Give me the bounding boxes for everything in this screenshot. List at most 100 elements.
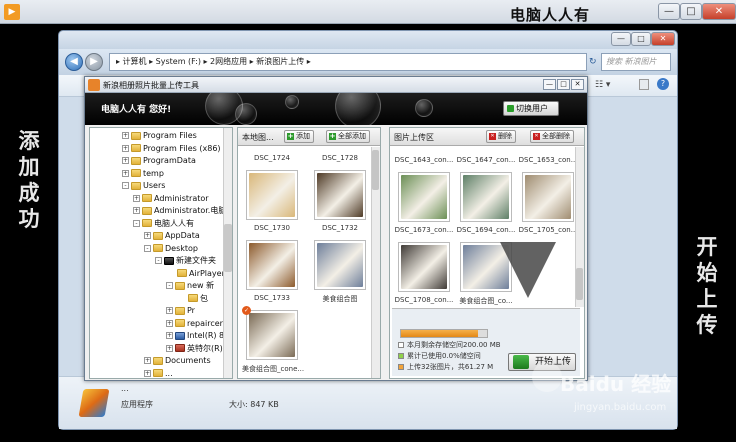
view-options-icon[interactable]: ☷ ▾ (595, 80, 610, 90)
delete-all-button[interactable]: 全部删除 (530, 130, 574, 143)
minimize-button[interactable]: — (658, 3, 680, 20)
tree-node[interactable]: + Administrator.电脑 (133, 205, 226, 217)
expand-icon[interactable]: + (133, 207, 140, 214)
tree-node[interactable]: - Users (122, 180, 165, 192)
expand-icon[interactable]: + (166, 344, 173, 352)
photo-image (317, 173, 363, 217)
expand-icon[interactable]: + (144, 232, 151, 239)
refresh-icon[interactable]: ↻ (589, 57, 597, 67)
tree-node[interactable]: + Intel(R) 8 (166, 330, 224, 342)
switch-user-button[interactable]: 切换用户 (503, 101, 559, 116)
expand-icon[interactable]: + (144, 369, 151, 377)
tree-node-label: Intel(R) 8 (187, 331, 225, 340)
welcome-text: 电脑人人有 您好! (101, 105, 172, 115)
tree-node[interactable]: + temp (122, 168, 164, 180)
maximize-button[interactable]: □ (680, 3, 702, 20)
explorer-minimize-button[interactable]: — (611, 32, 631, 46)
explorer-maximize-button[interactable]: □ (631, 32, 651, 46)
delete-button[interactable]: 删除 (486, 130, 516, 143)
tree-node[interactable]: AirPlayer (166, 268, 225, 280)
tree-node[interactable]: +... (144, 368, 173, 379)
tree-node-label: AppData (165, 231, 200, 240)
local-panel-header: 本地图... 添加 全部添加 (238, 128, 380, 146)
photo-image (249, 243, 295, 287)
expand-icon[interactable]: + (166, 332, 173, 339)
uploader-dialog: 新浪相册照片批量上传工具 — □ ✕ 电脑人人有 您好! 切换用户 + Progr… (84, 76, 588, 381)
tree-node[interactable]: + Pr (166, 305, 195, 317)
tree-node[interactable]: - 电脑人人有 (133, 218, 194, 230)
storage-stat: 累计已使用0.0%储空间 (398, 352, 481, 361)
photo-image (525, 175, 571, 219)
tree-node[interactable]: + AppData (144, 230, 200, 242)
left-caption-panel: 添加成功 (0, 24, 58, 442)
expand-icon[interactable]: + (166, 319, 173, 327)
preview-pane-icon[interactable] (639, 79, 649, 90)
add-button[interactable]: 添加 (284, 130, 314, 143)
pointer-arrow-icon (500, 242, 556, 298)
image-thumbnail[interactable] (246, 170, 298, 220)
expand-icon[interactable]: + (166, 307, 173, 314)
back-icon[interactable]: ◀ (65, 53, 83, 71)
upload-scrollbar-thumb[interactable] (576, 268, 583, 300)
folder-icon (175, 306, 185, 315)
image-thumbnail[interactable] (314, 240, 366, 290)
uploader-close-button[interactable]: ✕ (571, 79, 584, 90)
explorer-close-button[interactable]: ✕ (651, 32, 675, 46)
expand-icon[interactable]: + (122, 144, 129, 152)
tree-node-label: 英特尔(R) (187, 343, 223, 353)
tree-node[interactable]: + Program Files (x86) (122, 143, 221, 155)
image-label: 美食组合图_cone... (242, 365, 305, 373)
tree-node[interactable]: - Desktop (144, 243, 198, 255)
collapse-icon[interactable]: - (166, 282, 173, 289)
folder-icon (131, 131, 141, 140)
add-all-button[interactable]: 全部添加 (326, 130, 370, 143)
image-label: DSC_1733 (253, 294, 291, 302)
collapse-icon[interactable]: - (122, 182, 129, 189)
folder-icon (175, 319, 185, 327)
expand-icon[interactable]: + (133, 194, 140, 202)
image-thumbnail[interactable] (460, 172, 512, 222)
search-input[interactable]: 搜索 新浪图片 (601, 53, 671, 71)
tree-node-label: 包 (200, 293, 208, 303)
tree-node-label: 电脑人人有 (154, 218, 194, 228)
uploader-minimize-button[interactable]: — (543, 79, 556, 90)
tree-node[interactable]: + Program Files (122, 130, 197, 142)
folder-icon (131, 156, 141, 165)
tree-node[interactable]: + repaircer (166, 318, 223, 330)
close-button[interactable]: ✕ (702, 3, 736, 20)
storage-progress-fill (401, 330, 479, 337)
tree-node[interactable]: + ProgramData (122, 155, 196, 167)
folder-tree[interactable]: + Program Files + Program Files (x86) + Progr… (89, 127, 233, 379)
collapse-icon[interactable]: - (144, 244, 151, 252)
uploader-maximize-button[interactable]: □ (557, 79, 570, 90)
image-label: DSC_1728 (321, 154, 359, 162)
forward-icon[interactable]: ▶ (85, 53, 103, 71)
collapse-icon[interactable]: - (155, 257, 162, 264)
image-label: DSC_1647_con... (456, 156, 516, 164)
tree-node-label: repaircer (187, 318, 223, 328)
collapse-icon[interactable]: - (133, 219, 140, 227)
tree-node[interactable]: + Administrator (133, 193, 209, 205)
local-scrollbar-thumb[interactable] (372, 150, 379, 190)
image-thumbnail[interactable] (398, 242, 450, 292)
tree-node[interactable]: - 新建文件夹 (155, 255, 216, 267)
image-label: DSC_1732 (321, 224, 359, 232)
tree-node[interactable]: + 英特尔(R) (166, 343, 223, 355)
image-thumbnail[interactable] (314, 170, 366, 220)
tree-node[interactable]: 包 (177, 293, 208, 305)
expand-icon[interactable]: + (122, 157, 129, 164)
image-thumbnail[interactable] (246, 310, 298, 360)
tree-node[interactable]: - new 新 (166, 280, 214, 292)
image-thumbnail[interactable] (522, 172, 574, 222)
image-thumbnail[interactable] (246, 240, 298, 290)
address-bar[interactable]: ▸ 计算机 ▸ System (F:) ▸ 2网络应用 ▸ 新浪图片上传 ▸ (109, 53, 587, 71)
tree-node-label: temp (143, 168, 164, 178)
tree-scrollbar-thumb[interactable] (224, 224, 232, 272)
help-icon[interactable]: ? (657, 78, 669, 90)
uploader-banner: 电脑人人有 您好! 切换用户 (85, 93, 587, 125)
expand-icon[interactable]: + (122, 169, 129, 177)
image-thumbnail[interactable] (398, 172, 450, 222)
expand-icon[interactable]: + (122, 132, 129, 139)
expand-icon[interactable]: + (144, 357, 151, 364)
tree-node[interactable]: + Documents (144, 355, 211, 367)
